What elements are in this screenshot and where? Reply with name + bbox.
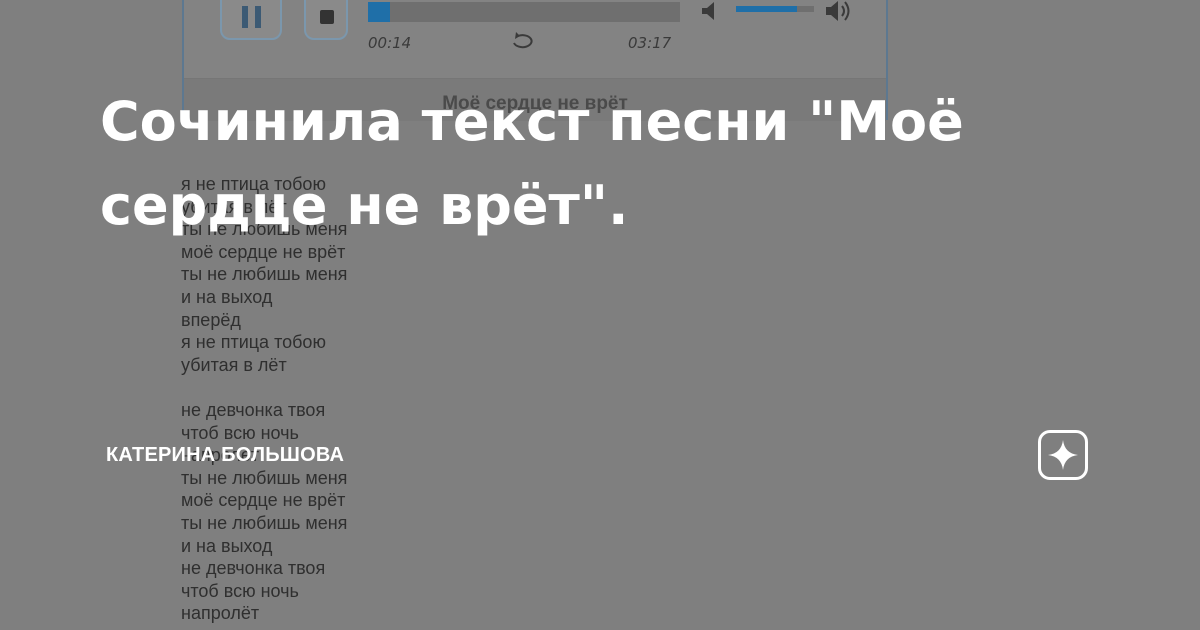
volume-fill (736, 6, 797, 12)
lyrics-line (181, 376, 347, 399)
stop-icon (320, 10, 334, 24)
zen-star-icon (1048, 440, 1078, 470)
lyrics-line: я не птица тобою (181, 332, 326, 353)
lyrics-line: не девчонка твоя (181, 558, 326, 579)
pause-button[interactable] (220, 0, 282, 40)
lyrics-line: не девчонка твоя (181, 399, 326, 420)
volume-high-icon[interactable] (824, 0, 856, 24)
article-title[interactable]: Сочинила текст песни "Моё сердце не врёт… (100, 80, 1060, 248)
lyrics-line: и на выход (181, 535, 273, 556)
lyrics-line: убитая в лёт (181, 354, 287, 375)
stop-button[interactable] (304, 0, 348, 40)
lyrics-line: чтоб всю ночь (181, 580, 299, 601)
lyrics-line: ты не любишь меня (181, 512, 348, 533)
lyrics-line: вперёд (181, 309, 241, 330)
progress-bar[interactable] (368, 2, 680, 22)
elapsed-time: 00:14 (368, 34, 412, 52)
volume-low-icon[interactable] (700, 0, 722, 22)
total-time: 03:17 (628, 34, 672, 52)
lyrics-line: моё сердце не врёт (181, 490, 346, 511)
author-name[interactable]: КАТЕРИНА БОЛЬШОВА (106, 444, 344, 467)
progress-fill (368, 2, 390, 22)
lyrics-line: напролёт (181, 603, 260, 624)
volume-slider[interactable] (736, 6, 814, 12)
lyrics-line: ты не любишь меня (181, 467, 348, 488)
lyrics-line: ты не любишь меня (181, 264, 348, 285)
zen-logo[interactable] (1038, 430, 1088, 480)
lyrics-line: и на выход (181, 286, 273, 307)
repeat-icon[interactable] (508, 31, 538, 51)
lyrics-line: чтоб всю ночь (181, 422, 299, 443)
